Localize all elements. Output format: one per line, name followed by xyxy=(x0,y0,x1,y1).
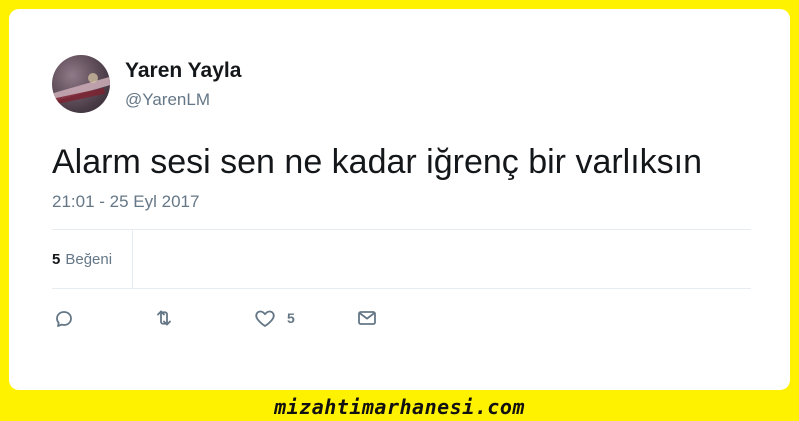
like-count: 5 xyxy=(287,310,295,326)
divider xyxy=(52,229,751,230)
reply-button[interactable] xyxy=(52,305,76,331)
author-handle[interactable]: @YarenLM xyxy=(125,91,210,108)
likes-summary[interactable]: 5 Beğeni xyxy=(52,230,133,288)
retweet-button[interactable] xyxy=(152,305,176,331)
envelope-icon xyxy=(355,306,379,330)
likes-count: 5 xyxy=(52,250,61,268)
heart-icon xyxy=(253,306,277,330)
tweet-timestamp[interactable]: 21:01 - 25 Eyl 2017 xyxy=(52,193,199,210)
watermark: mizahtimarhanesi.com xyxy=(274,395,525,419)
author-name[interactable]: Yaren Yayla xyxy=(125,60,241,81)
like-button[interactable]: 5 xyxy=(253,305,295,331)
avatar-detail xyxy=(88,73,98,83)
message-button[interactable] xyxy=(355,305,379,331)
tweet-card: Yaren Yayla @YarenLM Alarm sesi sen ne k… xyxy=(9,9,790,390)
likes-label: Beğeni xyxy=(65,250,113,268)
tweet-text: Alarm sesi sen ne kadar iğrenç bir varlı… xyxy=(52,143,703,181)
avatar[interactable] xyxy=(52,55,110,113)
divider xyxy=(52,288,751,289)
retweet-icon xyxy=(152,306,176,330)
reply-icon xyxy=(52,306,76,330)
